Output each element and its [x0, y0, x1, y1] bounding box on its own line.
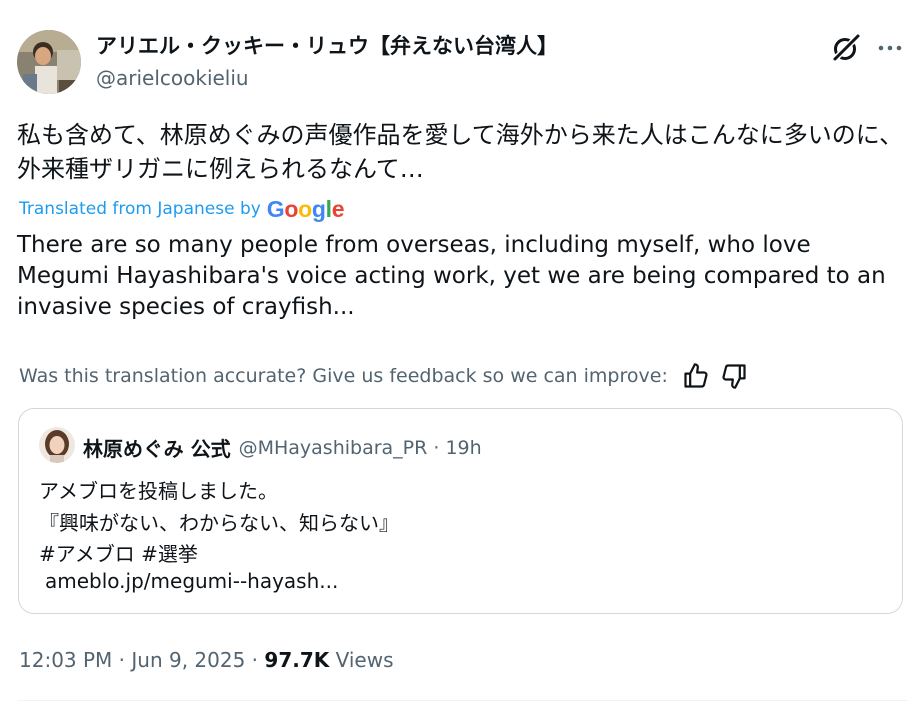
translation-feedback: Was this translation accurate? Give us f… [19, 362, 748, 390]
google-letter: o [284, 195, 299, 222]
divider [17, 700, 907, 701]
google-letter: o [298, 195, 312, 222]
quoted-hashtags[interactable]: #アメブロ #選挙 [39, 538, 198, 567]
google-letter: e [331, 195, 345, 222]
tweet-text-original: 私も含めて、林原めぐみの声優作品を愛して海外から来た人はこんなに多いのに、外来種… [17, 121, 904, 183]
google-letter: g [311, 195, 326, 222]
thumbs-down-icon[interactable] [720, 362, 748, 390]
grok-icon[interactable] [830, 32, 862, 64]
quoted-header: 林原めぐみ 公式 @MHayashibara_PR · 19h [83, 433, 482, 462]
views-label: Views [329, 648, 394, 672]
views-count: 97.7K [264, 648, 330, 672]
quoted-display-name[interactable]: 林原めぐみ 公式 [83, 433, 231, 462]
google-logo: Google [266, 195, 345, 223]
quoted-tweet-card[interactable]: 林原めぐみ 公式 @MHayashibara_PR · 19h アメブロを投稿し… [18, 408, 903, 614]
user-handle[interactable]: @arielcookieliu [96, 66, 249, 90]
avatar[interactable] [17, 30, 81, 94]
quoted-avatar[interactable] [39, 427, 75, 463]
translated-label[interactable]: Translated from Japanese by [19, 199, 261, 219]
timestamp[interactable]: 12:03 PM · Jun 9, 2025 · [19, 648, 264, 672]
quoted-text-line: 『興味がない、わからない、知らない』 [39, 511, 399, 535]
quoted-handle-time: @MHayashibara_PR · 19h [238, 436, 482, 459]
thumbs-up-icon[interactable] [682, 362, 710, 390]
more-options-icon[interactable] [876, 36, 904, 60]
quoted-link[interactable]: ameblo.jp/megumi--hayash... [45, 569, 338, 593]
quoted-text-line: アメブロを投稿しました。 [39, 479, 278, 503]
feedback-prompt: Was this translation accurate? Give us f… [19, 365, 668, 387]
display-name[interactable]: アリエル・クッキー・リュウ【弁えない台湾人】 [96, 30, 558, 60]
tweet-metadata: 12:03 PM · Jun 9, 2025 · 97.7K Views [19, 648, 394, 672]
translation-attribution: Translated from Japanese by Google [19, 195, 345, 223]
google-letter: G [266, 195, 285, 222]
tweet-text-translated: There are so many people from overseas, … [17, 232, 886, 320]
